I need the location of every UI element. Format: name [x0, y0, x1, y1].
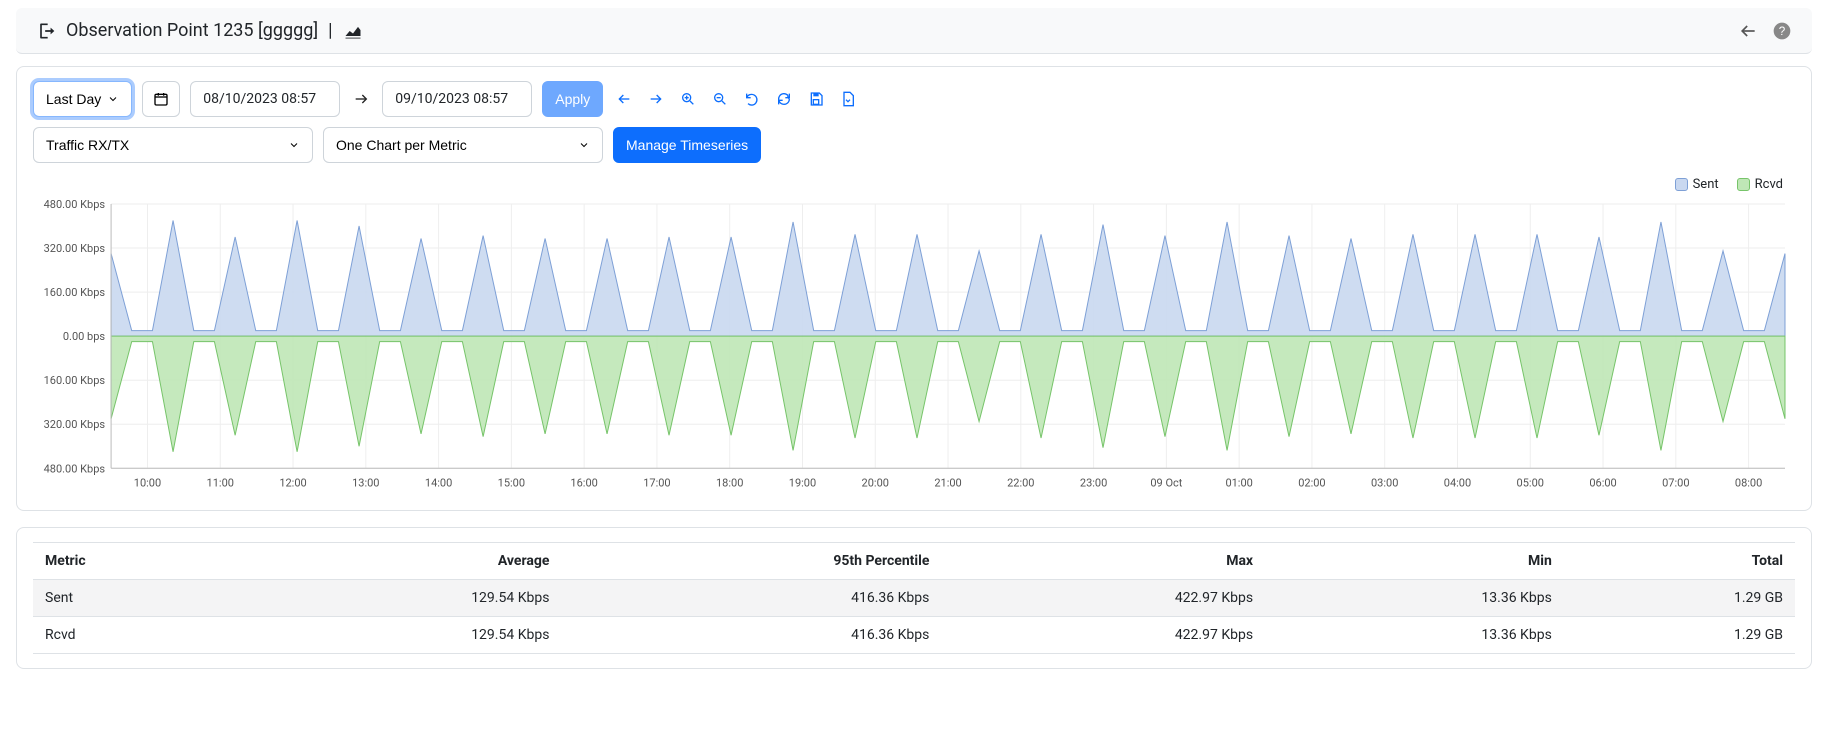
svg-text:02:00: 02:00: [1298, 476, 1325, 489]
svg-text:13:00: 13:00: [352, 476, 379, 489]
help-icon[interactable]: ?: [1772, 21, 1792, 41]
zoom-in-icon[interactable]: [677, 88, 699, 110]
manage-timeseries-button[interactable]: Manage Timeseries: [613, 127, 761, 163]
toolbar-row-2: Traffic RX/TX One Chart per Metric Manag…: [33, 127, 1795, 163]
table-header: Max: [941, 543, 1265, 580]
svg-text:320.00 Kbps: 320.00 Kbps: [44, 242, 106, 255]
svg-text:11:00: 11:00: [207, 476, 234, 489]
title-separator: |: [328, 20, 332, 41]
svg-text:23:00: 23:00: [1080, 476, 1107, 489]
svg-text:05:00: 05:00: [1517, 476, 1544, 489]
table-row: Rcvd129.54 Kbps416.36 Kbps422.97 Kbps13.…: [33, 617, 1795, 654]
page-title: Observation Point 1235 [ggggg]: [66, 20, 318, 41]
svg-text:17:00: 17:00: [643, 476, 670, 489]
svg-text:480.00 Kbps: 480.00 Kbps: [44, 198, 106, 211]
chart-mode-select[interactable]: One Chart per Metric: [323, 127, 603, 163]
page-header: Observation Point 1235 [ggggg] | ?: [16, 8, 1812, 54]
svg-text:01:00: 01:00: [1225, 476, 1252, 489]
svg-text:09 Oct: 09 Oct: [1150, 476, 1182, 489]
time-range-label: Last Day: [46, 91, 101, 107]
arrow-right-icon: [350, 88, 372, 110]
chart-legend: Sent Rcvd: [33, 173, 1795, 196]
table-header: Average: [238, 543, 562, 580]
legend-rcvd-swatch: [1737, 178, 1750, 191]
svg-text:07:00: 07:00: [1662, 476, 1689, 489]
svg-text:480.00 Kbps: 480.00 Kbps: [44, 462, 106, 475]
exit-icon: [36, 21, 56, 41]
svg-text:160.00 Kbps: 160.00 Kbps: [44, 374, 106, 387]
time-range-button[interactable]: Last Day: [33, 81, 132, 117]
step-back-icon[interactable]: [613, 88, 635, 110]
table-header: Min: [1265, 543, 1564, 580]
traffic-chart[interactable]: 0.00 bps 160.00 Kbps 320.00 Kbps 480.00 Kbp…: [33, 196, 1795, 496]
refresh-icon[interactable]: [773, 88, 795, 110]
svg-text:12:00: 12:00: [279, 476, 306, 489]
svg-text:320.00 Kbps: 320.00 Kbps: [44, 418, 106, 431]
svg-text:0.00 bps: 0.00 bps: [63, 330, 106, 343]
zoom-out-icon[interactable]: [709, 88, 731, 110]
legend-sent-swatch: [1675, 178, 1688, 191]
svg-text:10:00: 10:00: [134, 476, 161, 489]
metric-select[interactable]: Traffic RX/TX: [33, 127, 313, 163]
table-header: 95th Percentile: [561, 543, 941, 580]
legend-sent[interactable]: Sent: [1675, 177, 1719, 192]
main-panel: Last Day 08/10/2023 08:57 09/10/2023 08:…: [16, 66, 1812, 511]
svg-text:?: ?: [1779, 25, 1786, 38]
step-forward-icon[interactable]: [645, 88, 667, 110]
export-icon[interactable]: [837, 88, 859, 110]
svg-text:19:00: 19:00: [789, 476, 816, 489]
svg-text:14:00: 14:00: [425, 476, 452, 489]
svg-text:18:00: 18:00: [716, 476, 743, 489]
svg-text:16:00: 16:00: [570, 476, 597, 489]
svg-text:15:00: 15:00: [498, 476, 525, 489]
svg-text:08:00: 08:00: [1735, 476, 1762, 489]
end-time-input[interactable]: 09/10/2023 08:57: [382, 81, 532, 117]
svg-text:04:00: 04:00: [1444, 476, 1471, 489]
apply-button[interactable]: Apply: [542, 81, 603, 117]
table-header: Metric: [33, 543, 238, 580]
save-icon[interactable]: [805, 88, 827, 110]
start-time-input[interactable]: 08/10/2023 08:57: [190, 81, 340, 117]
table-row: Sent129.54 Kbps416.36 Kbps422.97 Kbps13.…: [33, 580, 1795, 617]
calendar-button[interactable]: [142, 81, 180, 117]
undo-icon[interactable]: [741, 88, 763, 110]
svg-text:21:00: 21:00: [934, 476, 961, 489]
toolbar-row-1: Last Day 08/10/2023 08:57 09/10/2023 08:…: [33, 81, 1795, 117]
back-icon[interactable]: [1738, 21, 1758, 41]
stats-table: MetricAverage95th PercentileMaxMinTotal …: [33, 542, 1795, 654]
svg-text:20:00: 20:00: [862, 476, 889, 489]
stats-panel: MetricAverage95th PercentileMaxMinTotal …: [16, 527, 1812, 669]
svg-text:22:00: 22:00: [1007, 476, 1034, 489]
legend-rcvd[interactable]: Rcvd: [1737, 177, 1783, 192]
svg-text:06:00: 06:00: [1589, 476, 1616, 489]
svg-text:03:00: 03:00: [1371, 476, 1398, 489]
svg-text:160.00 Kbps: 160.00 Kbps: [44, 286, 106, 299]
table-header: Total: [1564, 543, 1795, 580]
area-chart-icon: [343, 21, 363, 41]
